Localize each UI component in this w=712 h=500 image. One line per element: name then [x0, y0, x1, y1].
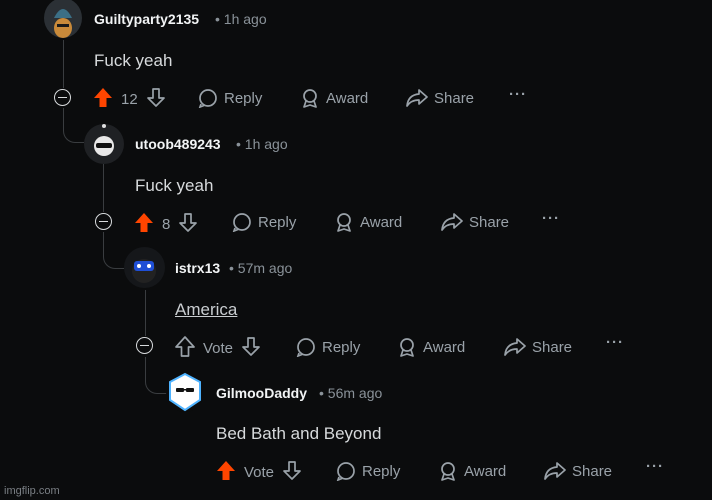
collapse-thread-button[interactable]: [136, 337, 153, 354]
comment-meta: • 1h ago: [215, 11, 267, 27]
username[interactable]: istrx13: [175, 260, 220, 276]
comment-body: Fuck yeah: [135, 176, 214, 195]
reply-button[interactable]: Reply: [296, 337, 360, 357]
award-label: Award: [360, 213, 403, 231]
award-label: Award: [423, 338, 466, 356]
comment-meta: • 57m ago: [229, 260, 292, 276]
share-button[interactable]: Share: [504, 337, 572, 357]
separator-dot: •: [236, 136, 241, 152]
award-button[interactable]: Award: [397, 337, 465, 357]
username[interactable]: utoob489243: [135, 136, 221, 152]
award-label: Award: [464, 462, 507, 480]
comment-body: Bed Bath and Beyond: [216, 424, 382, 443]
share-label: Share: [434, 89, 475, 107]
reply-button[interactable]: Reply: [232, 212, 296, 232]
award-label: Award: [326, 89, 369, 107]
comment-meta: • 1h ago: [236, 136, 288, 152]
award-button[interactable]: Award: [438, 461, 506, 481]
share-icon: [504, 337, 526, 357]
comment-bubble-icon: [198, 88, 218, 108]
reply-button[interactable]: Reply: [336, 461, 400, 481]
comment-body: America: [175, 300, 237, 320]
comment-bubble-icon: [232, 212, 252, 232]
avatar[interactable]: [84, 124, 124, 164]
comment-body: Fuck yeah: [94, 51, 173, 70]
thread-elbow: [145, 357, 167, 394]
downvote-icon[interactable]: [241, 336, 261, 361]
reply-label: Reply: [322, 338, 361, 356]
downvote-icon[interactable]: [178, 212, 198, 237]
more-options-icon[interactable]: ···: [606, 334, 624, 351]
watermark: imgflip.com: [4, 485, 60, 497]
more-options-icon[interactable]: ···: [509, 86, 527, 103]
award-button[interactable]: Award: [334, 212, 402, 232]
reply-label: Reply: [362, 462, 401, 480]
downvote-icon[interactable]: [146, 87, 166, 112]
award-icon: [300, 88, 320, 108]
vote-controls: Vote: [175, 336, 261, 361]
comment-bubble-icon: [336, 461, 356, 481]
timestamp[interactable]: 57m ago: [238, 260, 292, 276]
more-options-icon[interactable]: ···: [646, 458, 664, 475]
collapse-thread-button[interactable]: [54, 89, 71, 106]
comment-meta: • 56m ago: [319, 385, 382, 401]
vote-score: 12: [121, 91, 138, 108]
collapse-thread-button[interactable]: [95, 213, 112, 230]
vote-controls: Vote: [216, 460, 302, 485]
share-label: Share: [469, 213, 510, 231]
award-icon: [397, 337, 417, 357]
avatar[interactable]: [166, 372, 204, 412]
share-icon: [406, 88, 428, 108]
thread-line: [63, 40, 64, 88]
vote-controls: 8: [134, 212, 198, 237]
reply-label: Reply: [224, 89, 263, 107]
thread-line: [103, 164, 104, 212]
share-icon: [441, 212, 463, 232]
avatar[interactable]: [124, 247, 165, 288]
vote-label: Vote: [203, 340, 234, 357]
award-icon: [334, 212, 354, 232]
avatar[interactable]: [44, 0, 82, 38]
comment-link[interactable]: America: [175, 300, 237, 319]
upvote-icon[interactable]: [134, 212, 154, 237]
share-button[interactable]: Share: [441, 212, 509, 232]
upvote-icon[interactable]: [216, 460, 236, 485]
downvote-icon[interactable]: [282, 460, 302, 485]
username[interactable]: Guiltyparty2135: [94, 11, 199, 27]
award-button[interactable]: Award: [300, 88, 368, 108]
more-options-icon[interactable]: ···: [542, 210, 560, 227]
vote-label: Vote: [244, 464, 275, 481]
thread-elbow: [63, 108, 84, 143]
share-label: Share: [572, 462, 613, 480]
share-icon: [544, 461, 566, 481]
reply-label: Reply: [258, 213, 297, 231]
timestamp[interactable]: 56m ago: [328, 385, 382, 401]
thread-elbow: [103, 232, 124, 269]
timestamp[interactable]: 1h ago: [245, 136, 288, 152]
separator-dot: •: [229, 260, 234, 276]
share-button[interactable]: Share: [406, 88, 474, 108]
vote-controls: 12: [93, 87, 166, 112]
upvote-icon[interactable]: [175, 336, 195, 361]
award-icon: [438, 461, 458, 481]
separator-dot: •: [215, 11, 220, 27]
timestamp[interactable]: 1h ago: [224, 11, 267, 27]
thread-line: [145, 290, 146, 336]
upvote-icon[interactable]: [93, 87, 113, 112]
reply-button[interactable]: Reply: [198, 88, 262, 108]
share-button[interactable]: Share: [544, 461, 612, 481]
share-label: Share: [532, 338, 573, 356]
username[interactable]: GilmooDaddy: [216, 385, 307, 401]
vote-score: 8: [162, 216, 171, 233]
comment-bubble-icon: [296, 337, 316, 357]
separator-dot: •: [319, 385, 324, 401]
